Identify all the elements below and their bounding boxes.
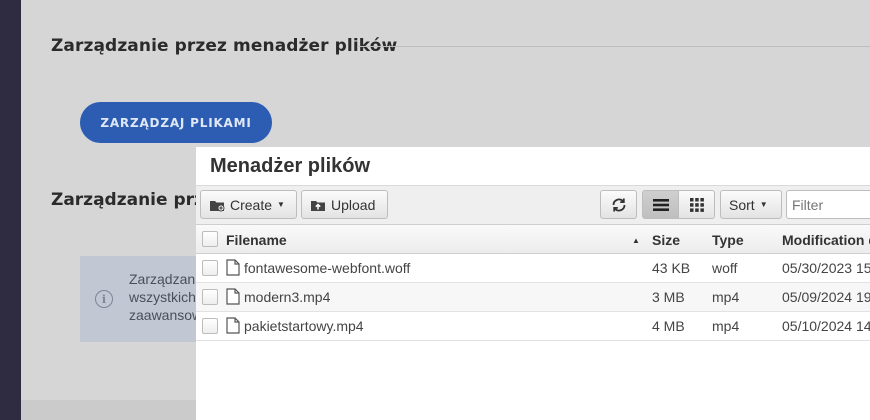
grid-view-button[interactable] [678,190,715,219]
column-modified[interactable]: Modification d [782,232,870,248]
file-size: 4 MB [652,318,685,334]
file-name: modern3.mp4 [244,289,331,305]
grid-view-icon [689,197,705,213]
info-text-line: zaawansow [129,307,203,323]
section-title-file-manager: Zarządzanie przez menadżer plików [51,36,398,56]
file-manager-modal: Menadżer plików Create ▼ Upload Sort ▼ F… [196,147,870,420]
select-all-checkbox[interactable] [202,231,218,247]
manage-files-button[interactable]: ZARZĄDZAJ PLIKAMI [80,102,272,143]
refresh-icon [610,196,628,214]
sidebar-strip [0,0,21,420]
file-name: pakietstartowy.mp4 [244,318,364,334]
section-divider [357,46,870,47]
table-row[interactable]: modern3.mp4 3 MB mp4 05/09/2024 19 [196,283,870,312]
filter-input[interactable] [786,190,870,219]
row-checkbox[interactable] [202,260,218,276]
list-view-icon [652,197,670,213]
table-row[interactable]: fontawesome-webfont.woff 43 KB woff 05/3… [196,254,870,283]
folder-plus-icon [209,198,225,212]
sort-asc-icon: ▲ [632,236,640,245]
file-icon [226,317,240,339]
file-type: mp4 [712,289,740,305]
refresh-button[interactable] [600,190,637,219]
sort-label: Sort [729,196,755,213]
row-checkbox[interactable] [202,318,218,334]
row-checkbox[interactable] [202,289,218,305]
file-name: fontawesome-webfont.woff [244,260,411,276]
table-row[interactable]: pakietstartowy.mp4 4 MB mp4 05/10/2024 1… [196,312,870,341]
modal-title: Menadżer plików [210,155,371,177]
file-modified: 05/10/2024 14 [782,318,870,334]
create-label: Create [230,196,273,213]
chevron-down-icon: ▼ [759,200,768,209]
create-button[interactable]: Create ▼ [200,190,297,219]
info-text-line: Zarządzani [129,271,199,287]
list-view-button[interactable] [642,190,679,219]
column-type[interactable]: Type [712,232,744,248]
toolbar: Create ▼ Upload Sort ▼ [196,186,870,225]
upload-icon [310,198,326,212]
column-size[interactable]: Size [652,232,680,248]
info-icon: i [95,290,113,308]
column-filename[interactable]: Filename [226,232,287,248]
file-icon [226,288,240,310]
chevron-down-icon: ▼ [277,200,285,209]
file-type: woff [712,260,738,276]
file-modified: 05/09/2024 19 [782,289,870,305]
file-modified: 05/30/2023 15 [782,260,870,276]
upload-label: Upload [331,196,376,213]
upload-button[interactable]: Upload [301,190,388,219]
file-size: 3 MB [652,289,685,305]
file-type: mp4 [712,318,740,334]
table-header: Filename ▲ Size Type Modification d [196,225,870,254]
info-text-line: wszystkich [129,289,196,305]
file-size: 43 KB [652,260,691,276]
sort-button[interactable]: Sort ▼ [720,190,782,219]
file-icon [226,259,240,281]
